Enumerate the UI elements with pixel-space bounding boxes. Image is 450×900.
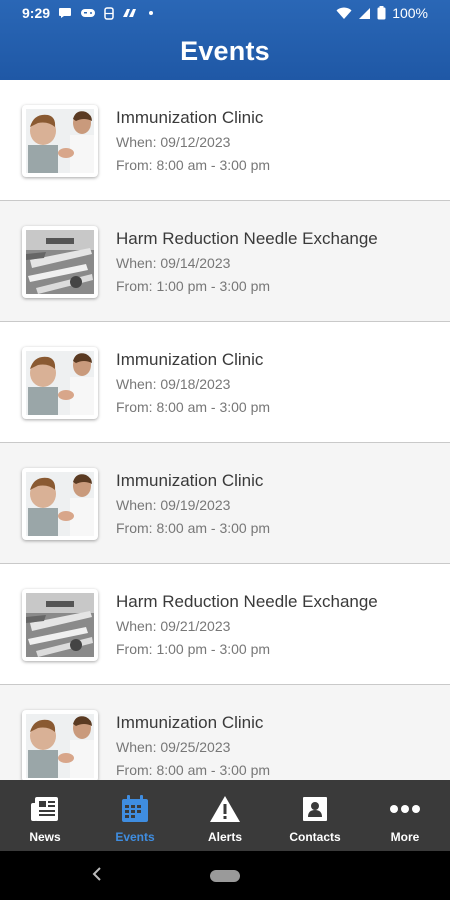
needles-photo xyxy=(22,226,98,298)
nav-events[interactable]: Events xyxy=(90,780,180,851)
event-time: From: 8:00 am - 3:00 pm xyxy=(116,520,271,536)
gamepad-icon xyxy=(80,7,96,19)
event-time: From: 1:00 pm - 3:00 pm xyxy=(116,641,271,657)
events-list: Immunization Clinic When: 09/12/2023 Fro… xyxy=(0,80,450,780)
event-title: Immunization Clinic xyxy=(116,350,264,369)
event-date: When: 09/18/2023 xyxy=(116,376,231,392)
home-pill[interactable] xyxy=(210,869,240,882)
event-time: From: 8:00 am - 3:00 pm xyxy=(116,157,271,173)
system-nav-bar xyxy=(0,851,450,900)
newspaper-icon xyxy=(30,794,60,824)
event-row[interactable]: Immunization Clinic When: 09/12/2023 Fro… xyxy=(0,80,450,201)
nav-label: Contacts xyxy=(289,830,341,844)
event-row[interactable]: Harm Reduction Needle Exchange When: 09/… xyxy=(0,564,450,685)
nav-label: Alerts xyxy=(207,830,242,844)
storage-icon xyxy=(104,6,114,20)
event-time: From: 8:00 am - 3:00 pm xyxy=(116,399,271,415)
warning-icon xyxy=(209,794,241,824)
nav-label: Events xyxy=(115,830,155,844)
event-date: When: 09/25/2023 xyxy=(116,739,231,755)
nav-alerts[interactable]: Alerts xyxy=(180,780,270,851)
status-time: 9:29 xyxy=(22,5,51,21)
event-date: When: 09/12/2023 xyxy=(116,134,231,150)
chat-icon xyxy=(58,7,72,19)
event-row[interactable]: Immunization Clinic When: 09/18/2023 Fro… xyxy=(0,322,450,443)
event-time: From: 1:00 pm - 3:00 pm xyxy=(116,278,271,294)
vaccination-photo xyxy=(22,347,98,419)
event-time: From: 8:00 am - 3:00 pm xyxy=(116,762,271,778)
event-title: Harm Reduction Needle Exchange xyxy=(116,229,378,248)
nav-label: More xyxy=(390,830,420,844)
needles-photo xyxy=(22,589,98,661)
event-date: When: 09/14/2023 xyxy=(116,255,231,271)
event-date: When: 09/19/2023 xyxy=(116,497,231,513)
calendar-icon xyxy=(121,794,149,824)
app-notification-icon xyxy=(122,8,140,18)
event-title: Immunization Clinic xyxy=(116,471,264,490)
nav-more[interactable]: More xyxy=(360,780,450,851)
event-row[interactable]: Immunization Clinic When: 09/25/2023 Fro… xyxy=(0,685,450,780)
vaccination-photo xyxy=(22,105,98,177)
page-title: Events xyxy=(180,36,270,66)
vaccination-photo xyxy=(22,468,98,540)
signal-icon xyxy=(358,7,371,20)
battery-percent: 100% xyxy=(392,5,428,21)
event-date: When: 09/21/2023 xyxy=(116,618,231,634)
back-icon[interactable] xyxy=(92,865,102,886)
vaccination-photo xyxy=(22,710,98,780)
status-bar: 9:29 100% xyxy=(0,0,450,26)
wifi-icon xyxy=(336,7,352,20)
event-row[interactable]: Immunization Clinic When: 09/19/2023 Fro… xyxy=(0,443,450,564)
event-title: Immunization Clinic xyxy=(116,108,264,127)
nav-label: News xyxy=(29,830,61,844)
nav-news[interactable]: News xyxy=(0,780,90,851)
event-title: Immunization Clinic xyxy=(116,713,264,732)
bottom-nav: News Events Alerts Contacts More xyxy=(0,780,450,851)
event-row[interactable]: Harm Reduction Needle Exchange When: 09/… xyxy=(0,201,450,322)
nav-contacts[interactable]: Contacts xyxy=(270,780,360,851)
battery-icon xyxy=(377,6,386,20)
more-dots-icon xyxy=(389,794,421,824)
contact-card-icon xyxy=(302,794,328,824)
dot-icon xyxy=(148,10,154,16)
event-title: Harm Reduction Needle Exchange xyxy=(116,592,378,611)
app-header: 9:29 100% Events xyxy=(0,0,450,80)
